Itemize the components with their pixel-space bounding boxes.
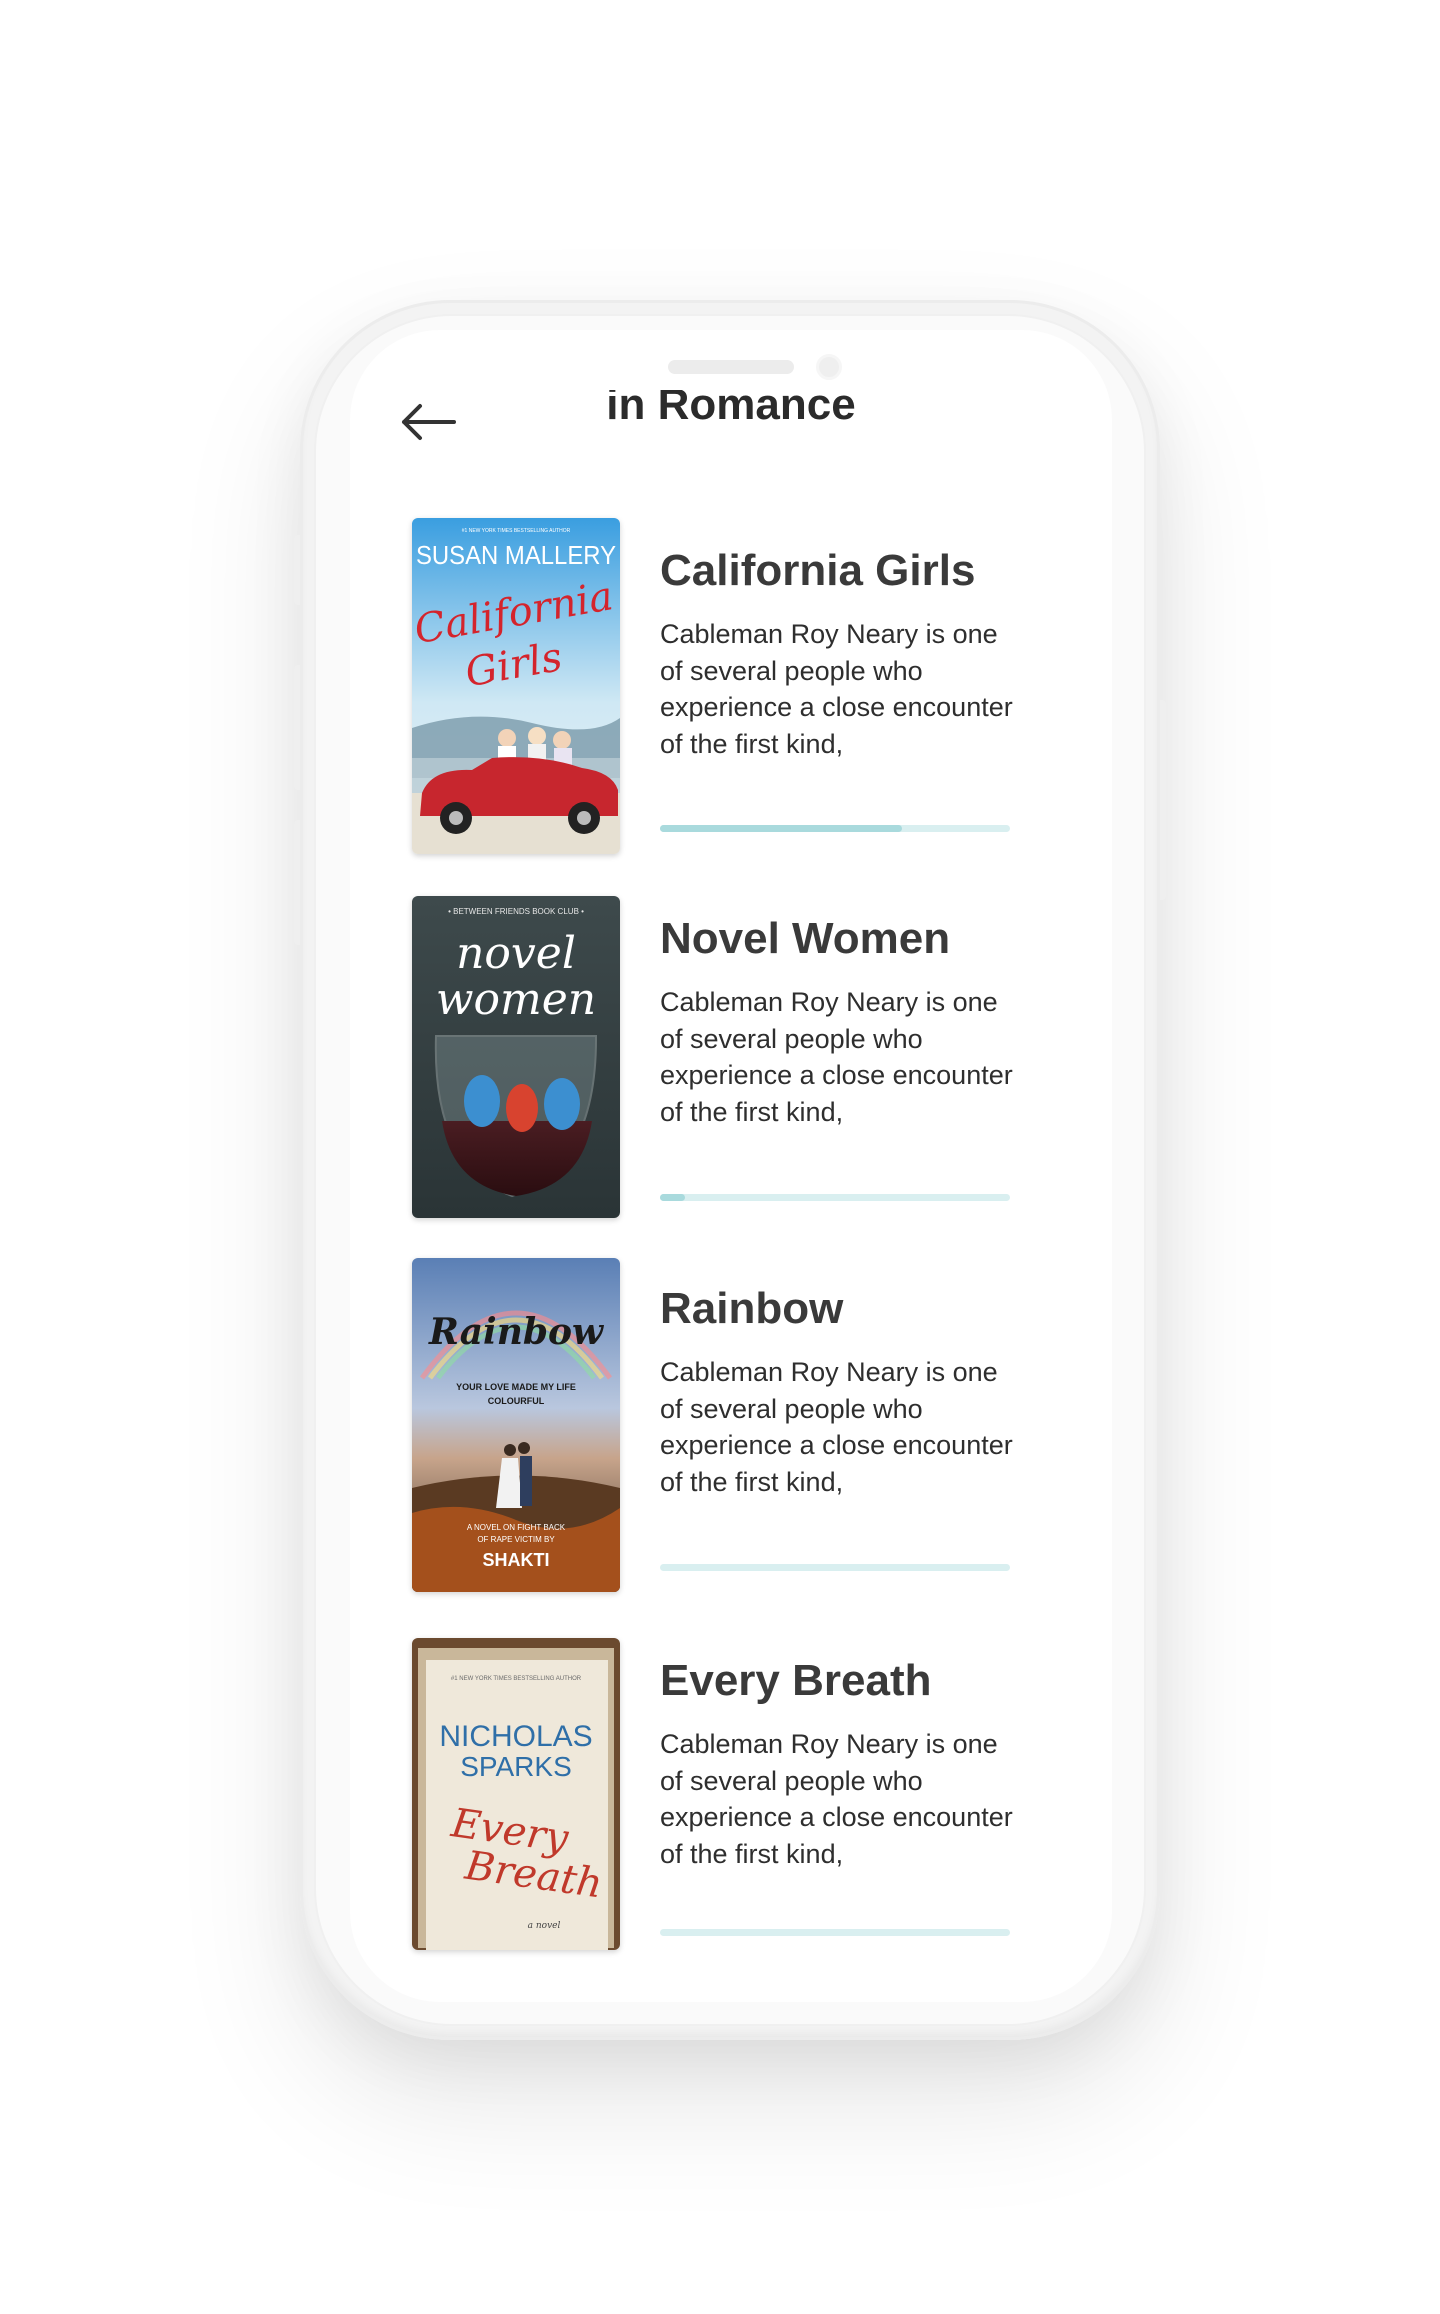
- cover-author-line1: NICHOLAS: [439, 1720, 592, 1753]
- cover-series: • BETWEEN FRIENDS BOOK CLUB •: [448, 907, 584, 916]
- svg-text:YOUR LOVE MADE MY LIFE: YOUR LOVE MADE MY LIFE: [456, 1382, 576, 1392]
- reading-progress-fill: [660, 825, 902, 832]
- every-breath-cover-image: #1 NEW YORK TIMES BESTSELLING AUTHOR NIC…: [412, 1638, 620, 1950]
- page-title: in Romance: [606, 390, 856, 429]
- cover-type: a novel: [528, 1921, 561, 1931]
- svg-text:novel: novel: [456, 928, 576, 979]
- cover-author: SUSAN MALLERY: [416, 540, 616, 570]
- book-cover[interactable]: #1 NEW YORK TIMES BESTSELLING AUTHOR SUS…: [412, 518, 620, 854]
- book-description: Cableman Roy Neary is one of several peo…: [660, 1357, 1013, 1497]
- cover-author: SHAKTI: [483, 1550, 550, 1570]
- reading-progress-bar: [660, 1564, 1010, 1571]
- rainbow-cover-image: Rainbow YOUR LOVE MADE MY LIFE COLOURFUL…: [412, 1258, 620, 1592]
- book-title: Novel Women: [660, 914, 951, 963]
- book-cover[interactable]: #1 NEW YORK TIMES BESTSELLING AUTHOR NIC…: [412, 1638, 620, 1950]
- book-item-novel-women[interactable]: • BETWEEN FRIENDS BOOK CLUB • novel wome…: [412, 896, 1052, 1236]
- book-title: Every Breath: [660, 1656, 932, 1705]
- reading-progress-bar: [660, 1194, 1010, 1201]
- svg-text:A NOVEL ON FIGHT BACK: A NOVEL ON FIGHT BACK: [467, 1523, 566, 1532]
- app-screen: in Romance #1 NEW YORK TIMES BESTSELLING…: [350, 330, 1112, 2002]
- speaker-grille: [668, 360, 794, 374]
- svg-text:Rainbow: Rainbow: [428, 1311, 605, 1353]
- book-item-california-girls[interactable]: #1 NEW YORK TIMES BESTSELLING AUTHOR SUS…: [412, 518, 1052, 858]
- cover-author-line2: SPARKS: [460, 1751, 572, 1782]
- reading-progress-bar: [660, 825, 1010, 832]
- reading-progress-fill: [660, 1194, 685, 1201]
- book-item-rainbow[interactable]: Rainbow YOUR LOVE MADE MY LIFE COLOURFUL…: [412, 1258, 1052, 1598]
- cover-tagline: #1 NEW YORK TIMES BESTSELLING AUTHOR: [462, 528, 571, 534]
- book-description: Cableman Roy Neary is one of several peo…: [660, 1729, 1013, 1869]
- california-girls-cover-image: #1 NEW YORK TIMES BESTSELLING AUTHOR SUS…: [412, 518, 620, 854]
- book-cover[interactable]: • BETWEEN FRIENDS BOOK CLUB • novel wome…: [412, 896, 620, 1218]
- svg-text:OF RAPE VICTIM BY: OF RAPE VICTIM BY: [477, 1535, 555, 1544]
- book-cover[interactable]: Rainbow YOUR LOVE MADE MY LIFE COLOURFUL…: [412, 1258, 620, 1592]
- reading-progress-bar: [660, 1929, 1010, 1936]
- front-camera: [816, 354, 842, 380]
- cover-tagline: #1 NEW YORK TIMES BESTSELLING AUTHOR: [451, 1676, 582, 1682]
- svg-text:women: women: [436, 974, 596, 1025]
- book-item-every-breath[interactable]: #1 NEW YORK TIMES BESTSELLING AUTHOR NIC…: [412, 1638, 1052, 1978]
- book-description: Cableman Roy Neary is one of several peo…: [660, 619, 1013, 759]
- svg-text:COLOURFUL: COLOURFUL: [488, 1396, 545, 1406]
- book-title: Rainbow: [660, 1284, 844, 1333]
- book-description: Cableman Roy Neary is one of several peo…: [660, 987, 1013, 1127]
- novel-women-cover-image: • BETWEEN FRIENDS BOOK CLUB • novel wome…: [412, 896, 620, 1218]
- book-title: California Girls: [660, 546, 976, 595]
